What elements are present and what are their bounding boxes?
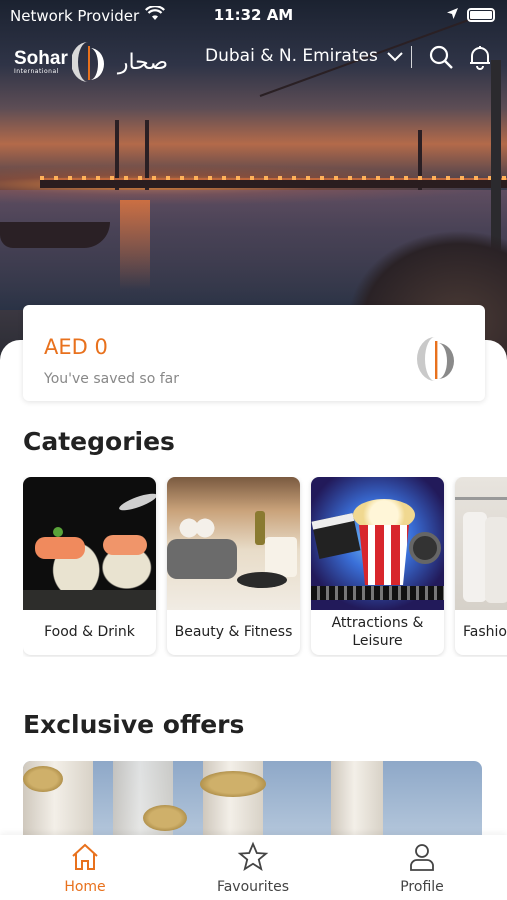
brand-name: Sohar <box>14 48 68 69</box>
region-selector[interactable]: Dubai & N. Emirates <box>205 46 404 66</box>
bell-icon[interactable] <box>467 44 493 70</box>
category-card-attractions-leisure[interactable]: Attractions & Leisure <box>311 477 444 655</box>
category-image <box>455 477 507 610</box>
region-label: Dubai & N. Emirates <box>205 46 378 66</box>
home-icon <box>72 843 98 870</box>
sohar-logo: Sohar International صحار <box>14 40 168 84</box>
brand-subtitle: International <box>14 68 59 75</box>
savings-amount: AED 0 <box>44 335 108 359</box>
chevron-down-icon <box>387 52 403 62</box>
categories-carousel[interactable]: Food & Drink Beauty & Fitness Attraction… <box>23 477 507 657</box>
brand-mark-icon <box>71 42 104 82</box>
offers-title: Exclusive offers <box>23 710 245 739</box>
category-card-fashion[interactable]: Fashion <box>455 477 507 655</box>
star-icon <box>237 841 269 871</box>
categories-title: Categories <box>23 427 175 456</box>
nav-home[interactable]: Home <box>25 841 145 895</box>
clock: 11:32 AM <box>213 6 294 24</box>
category-label: Attractions & Leisure <box>331 615 424 649</box>
brand-mark-icon <box>417 337 454 381</box>
category-card-beauty-fitness[interactable]: Beauty & Fitness <box>167 477 300 655</box>
app-header: Sohar International صحار Dubai & N. Emir… <box>0 34 507 84</box>
nav-profile[interactable]: Profile <box>362 841 482 895</box>
category-label: Food & Drink <box>44 623 135 640</box>
savings-card[interactable]: AED 0 You've saved so far <box>23 305 485 401</box>
category-image <box>311 477 444 610</box>
bottom-nav: Home Favourites Profile <box>0 835 507 900</box>
nav-favourites-label: Favourites <box>216 879 290 895</box>
nav-favourites[interactable]: Favourites <box>193 841 313 895</box>
savings-caption: You've saved so far <box>44 371 180 387</box>
header-divider <box>411 46 412 68</box>
category-label: Fashion <box>463 623 507 640</box>
category-image <box>23 477 156 610</box>
nav-home-label: Home <box>64 879 106 895</box>
battery-icon <box>467 8 495 22</box>
search-icon[interactable] <box>428 44 454 70</box>
status-bar: Network Provider 11:32 AM <box>0 0 507 30</box>
offer-banner[interactable] <box>23 761 482 841</box>
brand-arabic: صحار <box>117 49 169 75</box>
category-card-food-drink[interactable]: Food & Drink <box>23 477 156 655</box>
nav-profile-label: Profile <box>400 879 444 895</box>
category-image <box>167 477 300 610</box>
category-label: Beauty & Fitness <box>174 623 293 640</box>
location-arrow-icon <box>446 6 459 24</box>
profile-icon <box>410 844 434 871</box>
